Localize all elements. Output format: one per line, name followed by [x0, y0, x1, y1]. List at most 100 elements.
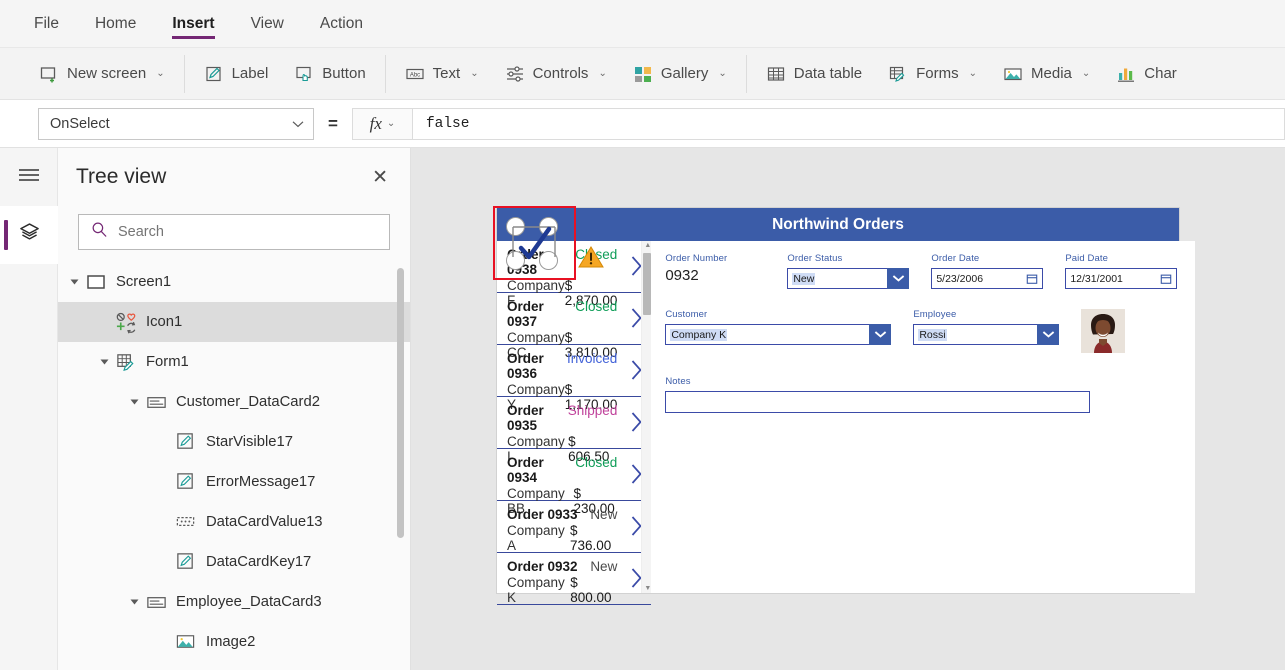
hamburger-icon: [18, 167, 40, 188]
check-icon[interactable]: [505, 218, 565, 266]
ribbon-forms-button[interactable]: Forms ⌄: [878, 54, 987, 94]
fx-icon: fx: [369, 113, 382, 133]
formula-input[interactable]: false: [411, 107, 1285, 140]
employee-field: Employee Rossi: [913, 309, 1060, 358]
gallery-item[interactable]: Order 0937 Closed Company CC $ 3,810.00: [497, 293, 652, 360]
tree-item-customer-datacard2[interactable]: Customer_DataCard2: [58, 382, 410, 422]
calendar-icon[interactable]: [1021, 269, 1043, 288]
ribbon-button-label: New screen: [67, 65, 147, 82]
customer-dropdown[interactable]: Company K: [665, 324, 892, 345]
gallery-item[interactable]: Order 0932 New Company K $ 800.00: [497, 553, 652, 605]
ribbon-charts-button[interactable]: Char: [1106, 54, 1187, 94]
chevron-expand-icon[interactable]: [70, 279, 79, 285]
ribbon-text-button[interactable]: Abc Text ⌄: [395, 54, 489, 94]
chevron-down-icon[interactable]: ⌄: [1082, 68, 1090, 79]
close-icon[interactable]: ✕: [368, 164, 392, 191]
text-icon: Abc: [405, 64, 425, 84]
gallery-item[interactable]: Order 0936 Invoiced Company Y $ 1,170.00: [497, 345, 652, 412]
menu-item-insert[interactable]: Insert: [172, 0, 215, 48]
tree-item-screen1[interactable]: Screen1: [58, 262, 410, 302]
order-status-dropdown[interactable]: New: [787, 268, 910, 289]
ribbon-new-screen-button[interactable]: New screen ⌄: [29, 54, 175, 94]
employee-dropdown[interactable]: Rossi: [913, 324, 1060, 345]
insert-ribbon: New screen ⌄ Label Button Abc Text ⌄ Con…: [0, 48, 1285, 100]
search-input[interactable]: [118, 224, 377, 240]
ribbon-gallery-button[interactable]: Gallery ⌄: [623, 54, 737, 94]
rail-item-tree-view[interactable]: [0, 206, 58, 264]
form-edit-icon: [115, 351, 137, 373]
chevron-expand-icon[interactable]: [100, 359, 109, 365]
tree-item-datacardkey17[interactable]: DataCardKey17: [58, 542, 410, 582]
notes-field: Notes: [665, 376, 1177, 413]
paid-date-value: 12/31/2001: [1070, 272, 1123, 285]
scroll-up-icon[interactable]: ▲: [644, 242, 651, 249]
chevron-down-icon[interactable]: ⌄: [470, 68, 478, 79]
chevron-expand-icon[interactable]: [130, 399, 139, 405]
order-status-badge: New: [590, 559, 618, 574]
chevron-down-icon[interactable]: ⌄: [598, 68, 606, 79]
ribbon-media-button[interactable]: Media ⌄: [993, 54, 1100, 94]
tree-item-list: Screen1 Icon1 Form1 Customer_DataCard2 S…: [58, 262, 410, 670]
property-select-value: OnSelect: [50, 115, 110, 132]
hamburger-menu-button[interactable]: [0, 148, 58, 206]
menu-bar: File Home Insert View Action: [0, 0, 1285, 48]
chevron-down-icon[interactable]: [869, 324, 892, 345]
chevron-expand-icon[interactable]: [130, 599, 139, 605]
customer-value: Company K: [670, 328, 728, 341]
chevron-down-icon[interactable]: [1037, 324, 1060, 345]
ribbon-data-table-button[interactable]: Data table: [756, 54, 872, 94]
label-edit-icon: [175, 551, 197, 573]
tree-item-icon1[interactable]: Icon1: [58, 302, 410, 342]
order-status-badge: Closed: [575, 299, 618, 314]
customer-field: Customer Company K: [665, 309, 892, 358]
gallery-scroll-thumb[interactable]: [643, 253, 652, 315]
page-title: Tree view: [76, 165, 167, 188]
order-date-input[interactable]: 5/23/2006: [931, 268, 1044, 289]
tree-item-image2[interactable]: Image2: [58, 622, 410, 662]
order-number-label: Order 0935: [507, 403, 544, 433]
ribbon-button-button[interactable]: Button: [284, 54, 375, 94]
ribbon-controls-button[interactable]: Controls ⌄: [495, 54, 617, 94]
tree-item-label: StarVisible17: [206, 434, 293, 450]
paid-date-input[interactable]: 12/31/2001: [1065, 268, 1178, 289]
menu-item-action[interactable]: Action: [320, 0, 363, 48]
employee-photo-field: [1081, 309, 1126, 358]
order-status-badge: Invoiced: [567, 351, 618, 366]
tree-item-errormessage17[interactable]: ErrorMessage17: [58, 462, 410, 502]
notes-input[interactable]: [665, 391, 1091, 413]
tree-item-starvisible17[interactable]: StarVisible17: [58, 422, 410, 462]
tree-item-label: Screen1: [116, 274, 172, 290]
scroll-down-icon[interactable]: ▼: [644, 585, 651, 592]
chevron-down-icon[interactable]: ⌄: [969, 68, 977, 79]
menu-item-view[interactable]: View: [251, 0, 284, 48]
tree-search-box[interactable]: [78, 214, 390, 250]
gallery-scrollbar[interactable]: ▲ ▼: [641, 241, 652, 593]
gallery-item[interactable]: Order 0934 Closed Company BB $ 230.00: [497, 449, 652, 516]
calendar-icon[interactable]: [1155, 269, 1177, 288]
tree-item-datacardvalue13[interactable]: DataCardValue13: [58, 502, 410, 542]
fx-button[interactable]: fx ⌄: [351, 107, 412, 140]
property-select[interactable]: OnSelect: [38, 107, 314, 140]
tree-item-form1[interactable]: Form1: [58, 342, 410, 382]
tree-item-employee-datacard3[interactable]: Employee_DataCard3: [58, 582, 410, 622]
orders-gallery: Order 0938 Closed Company F $ 2,870.00 O…: [497, 241, 652, 605]
menu-item-file[interactable]: File: [34, 0, 59, 48]
tree-item-label: Icon1: [146, 314, 183, 330]
gallery-item[interactable]: Order 0933 New Company A $ 736.00: [497, 501, 652, 553]
chevron-down-icon[interactable]: [887, 268, 910, 289]
warning-icon[interactable]: [578, 245, 604, 274]
ribbon-button-label: Label: [231, 65, 269, 82]
menu-item-home[interactable]: Home: [95, 0, 136, 48]
gallery-item[interactable]: Order 0935 Shipped Company I $ 606.50: [497, 397, 652, 464]
ribbon-button-label: Char: [1144, 65, 1177, 82]
order-number-label: Order 0937: [507, 299, 544, 329]
ribbon-divider: [384, 54, 386, 93]
tree-scrollbar[interactable]: [397, 268, 404, 538]
label-edit-icon: [175, 471, 197, 493]
media-icon: [1003, 64, 1023, 84]
chevron-down-icon[interactable]: ⌄: [718, 68, 726, 79]
ribbon-label-button[interactable]: Label: [194, 54, 279, 94]
chevron-down-icon[interactable]: ⌄: [156, 68, 164, 79]
formula-input-value: false: [425, 115, 470, 132]
menu-item-label: Home: [94, 14, 137, 32]
